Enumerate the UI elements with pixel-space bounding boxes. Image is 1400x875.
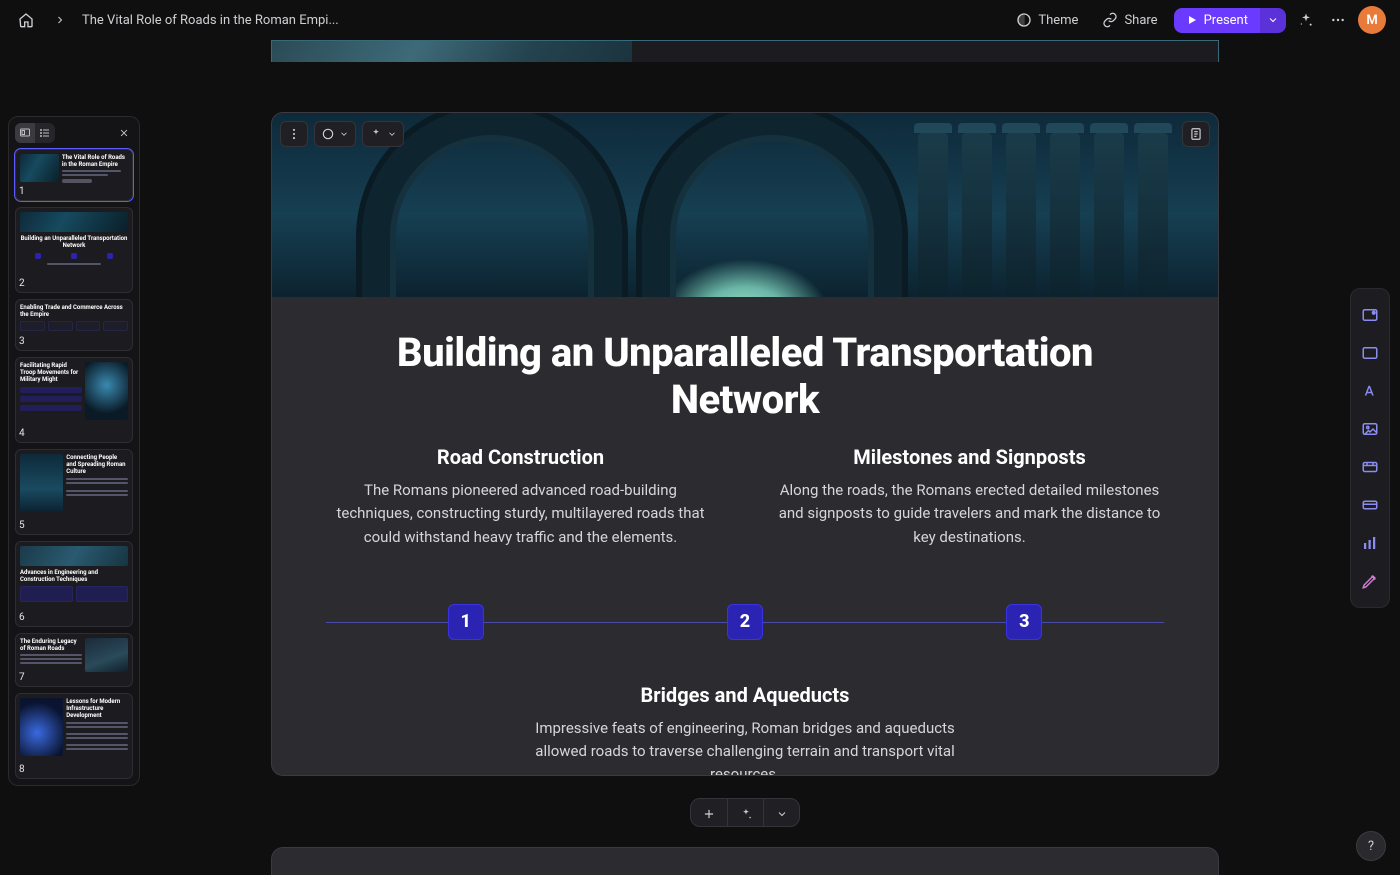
slide-menu-button[interactable] bbox=[280, 121, 308, 147]
content-block-2[interactable]: Milestones and Signposts Along the roads… bbox=[775, 445, 1164, 549]
canvas[interactable]: Building an Unparalleled Transportation … bbox=[150, 40, 1340, 875]
slide-toolbar-left bbox=[280, 121, 404, 147]
thumbnail[interactable]: The Enduring Legacy of Roman Roads 7 bbox=[15, 633, 133, 687]
present-group: Present bbox=[1174, 8, 1286, 33]
block-heading: Milestones and Signposts bbox=[775, 445, 1164, 469]
topbar-right: Theme Share Present M bbox=[1008, 6, 1386, 34]
draw-button[interactable] bbox=[1358, 569, 1382, 593]
avatar-initial: M bbox=[1366, 13, 1377, 28]
thumbnail[interactable]: Lessons for Modern Infrastructure Develo… bbox=[15, 693, 133, 779]
view-outline[interactable] bbox=[35, 123, 55, 143]
stage: The Vital Role of Roads in the Roman Emp… bbox=[0, 40, 1400, 875]
current-slide[interactable]: Building an Unparalleled Transportation … bbox=[271, 112, 1219, 775]
node-label: 2 bbox=[740, 611, 750, 632]
theme-label: Theme bbox=[1038, 13, 1078, 28]
next-slide-peek[interactable] bbox=[271, 847, 1219, 875]
topbar-left: The Vital Role of Roads in the Roman Emp… bbox=[14, 8, 998, 32]
present-dropdown[interactable] bbox=[1260, 8, 1286, 33]
thumb-number: 4 bbox=[19, 428, 25, 439]
help-glyph: ? bbox=[1368, 839, 1374, 854]
add-slide-dropdown[interactable] bbox=[763, 799, 799, 828]
add-blank-slide[interactable] bbox=[691, 799, 727, 828]
block-heading: Bridges and Aqueducts bbox=[530, 683, 960, 707]
thumb-title: Advances in Engineering and Construction… bbox=[20, 569, 128, 583]
help-button[interactable]: ? bbox=[1356, 831, 1386, 861]
slide-panel-head bbox=[15, 123, 133, 143]
thumb-number: 8 bbox=[19, 764, 25, 775]
slide-hero-image bbox=[272, 113, 1218, 297]
thumb-number: 1 bbox=[19, 186, 25, 197]
content-block-3[interactable]: Bridges and Aqueducts Impressive feats o… bbox=[530, 683, 960, 776]
chart-button[interactable] bbox=[1358, 531, 1382, 555]
block-body: Impressive feats of engineering, Roman b… bbox=[530, 717, 960, 776]
present-button[interactable]: Present bbox=[1174, 8, 1260, 33]
slide-title[interactable]: Building an Unparalleled Transportation … bbox=[326, 329, 1164, 423]
thumb-title: Enabling Trade and Commerce Across the E… bbox=[20, 304, 128, 318]
sparkle-button[interactable] bbox=[1294, 8, 1318, 32]
thumbnail[interactable]: The Vital Role of Roads in the Roman Emp… bbox=[15, 149, 133, 201]
chevron-right-icon bbox=[48, 8, 72, 32]
timeline-nodes: 1 2 3 bbox=[326, 587, 1164, 657]
slide-notes-button[interactable] bbox=[1182, 121, 1210, 147]
two-column: Road Construction The Romans pioneered a… bbox=[326, 445, 1164, 549]
content-block-1[interactable]: Road Construction The Romans pioneered a… bbox=[326, 445, 715, 549]
slide-ai-button[interactable] bbox=[362, 121, 404, 147]
theme-button[interactable]: Theme bbox=[1008, 8, 1086, 32]
thumb-number: 2 bbox=[19, 278, 25, 289]
thumb-title: Facilitating Rapid Troop Movements for M… bbox=[20, 362, 82, 384]
thumbnail[interactable]: Facilitating Rapid Troop Movements for M… bbox=[15, 357, 133, 443]
thumbnail[interactable]: Advances in Engineering and Construction… bbox=[15, 541, 133, 627]
share-button[interactable]: Share bbox=[1094, 8, 1165, 32]
video-button[interactable] bbox=[1358, 455, 1382, 479]
thumb-title: Connecting People and Spreading Roman Cu… bbox=[66, 454, 128, 476]
slide-theme-button[interactable] bbox=[314, 121, 356, 147]
avatar[interactable]: M bbox=[1358, 6, 1386, 34]
slide-panel: The Vital Role of Roads in the Roman Emp… bbox=[8, 116, 140, 786]
thumb-title: The Vital Role of Roads in the Roman Emp… bbox=[62, 154, 128, 168]
close-panel-button[interactable] bbox=[115, 124, 133, 142]
node-label: 3 bbox=[1019, 611, 1029, 632]
node-label: 1 bbox=[460, 611, 470, 632]
present-label: Present bbox=[1204, 13, 1248, 28]
thumbnail[interactable]: Connecting People and Spreading Roman Cu… bbox=[15, 449, 133, 535]
document-title[interactable]: The Vital Role of Roads in the Roman Emp… bbox=[82, 13, 339, 28]
thumbnail[interactable]: Enabling Trade and Commerce Across the E… bbox=[15, 299, 133, 351]
slide-body: Building an Unparalleled Transportation … bbox=[272, 297, 1218, 775]
timeline-node[interactable]: 1 bbox=[448, 604, 484, 640]
embed-button[interactable] bbox=[1358, 493, 1382, 517]
topbar: The Vital Role of Roads in the Roman Emp… bbox=[0, 0, 1400, 40]
block-body: Along the roads, the Romans erected deta… bbox=[775, 479, 1164, 549]
right-toolbar bbox=[1350, 288, 1390, 608]
thumb-number: 6 bbox=[19, 612, 25, 623]
home-button[interactable] bbox=[14, 8, 38, 32]
block-body: The Romans pioneered advanced road-build… bbox=[326, 479, 715, 549]
layout-button[interactable] bbox=[1358, 341, 1382, 365]
text-button[interactable] bbox=[1358, 379, 1382, 403]
thumb-number: 3 bbox=[19, 336, 25, 347]
thumb-title: The Enduring Legacy of Roman Roads bbox=[20, 638, 82, 652]
thumb-title: Building an Unparalleled Transportation … bbox=[20, 235, 128, 249]
previous-slide-peek[interactable] bbox=[271, 40, 1219, 62]
timeline-node[interactable]: 2 bbox=[727, 604, 763, 640]
panel-view-toggle bbox=[15, 123, 55, 143]
image-button[interactable] bbox=[1358, 417, 1382, 441]
add-slide-bar bbox=[690, 798, 800, 828]
timeline-node[interactable]: 3 bbox=[1006, 604, 1042, 640]
thumb-number: 7 bbox=[19, 672, 25, 683]
thumbnail[interactable]: Building an Unparalleled Transportation … bbox=[15, 207, 133, 293]
thumb-title: Lessons for Modern Infrastructure Develo… bbox=[66, 698, 128, 720]
slide-toolbar-right bbox=[1182, 121, 1210, 147]
block-heading: Road Construction bbox=[326, 445, 715, 469]
share-label: Share bbox=[1124, 13, 1157, 28]
thumb-number: 5 bbox=[19, 520, 25, 531]
more-button[interactable] bbox=[1326, 8, 1350, 32]
add-ai-slide[interactable] bbox=[727, 799, 763, 828]
timeline[interactable]: 1 2 3 bbox=[326, 587, 1164, 657]
thumbnails: The Vital Role of Roads in the Roman Emp… bbox=[15, 149, 133, 779]
view-thumbnails[interactable] bbox=[15, 123, 35, 143]
card-style-button[interactable] bbox=[1358, 303, 1382, 327]
